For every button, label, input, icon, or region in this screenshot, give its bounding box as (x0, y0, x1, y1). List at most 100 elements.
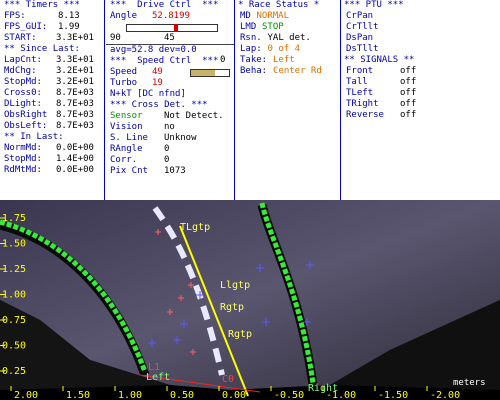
angle-slider[interactable] (126, 24, 218, 32)
y-tick-label: 1.25 (2, 264, 26, 275)
label-rgtp-2: Rgtp (228, 329, 252, 340)
since-last-row: Cross0: 8.7E+03 (0, 88, 104, 99)
angle-slider-knob[interactable] (174, 24, 179, 32)
start-value: 3.3E+01 (56, 33, 94, 43)
signal-row-label: TRight (346, 99, 379, 109)
race-status-value: NORMAL (256, 11, 290, 21)
signal-row: Tall off (342, 77, 500, 88)
since-last-row-label: StopMd: (4, 77, 42, 87)
nkt-status: N+kT [DC nfnd] (110, 89, 186, 99)
label-rgtp: Rgtp (220, 302, 244, 313)
ptu-row-label: CrPan (346, 11, 374, 21)
x-tick-label: -0.50 (274, 390, 304, 400)
speed-label: Speed (110, 67, 138, 77)
since-last-row-label: MdChg: (4, 66, 37, 76)
ptu-row: DsTllt (342, 44, 500, 55)
label-llgtp: Llgtp (220, 280, 250, 291)
race-status-list: MD NORMAL LMD STOP Rsn. YAL det. Lap: 0 of 4 Tak… (236, 11, 340, 77)
race-status-row: Rsn. YAL det. (236, 33, 340, 44)
race-status-value: 0 of 4 (267, 44, 301, 54)
speed-bar (190, 69, 230, 77)
angle-value: 52.8199 (152, 11, 190, 21)
y-tick-label: 0.25 (2, 366, 26, 377)
signal-row-label: Front (346, 66, 374, 76)
in-last-row-value: 1.4E+00 (56, 154, 94, 164)
since-last-row: StopMd: 3.2E+01 (0, 77, 104, 88)
cross-det-row-value: 0 (164, 144, 170, 154)
signal-row-label: Reverse (346, 110, 384, 120)
since-last-row: DLight: 8.7E+03 (0, 99, 104, 110)
telemetry-panel: *** Timers *** FPS: 8.13 FPS_GUI: 1.99 STA… (0, 0, 500, 200)
race-status-value: Center Rd (273, 66, 322, 76)
race-status-value: STOP (262, 22, 284, 32)
cross-det-list: Sensor Not Detect. Vision no S. Line Unknow RA… (106, 111, 234, 177)
x-tick-label: -1.50 (378, 390, 408, 400)
in-last-row-label: StopMd: (4, 154, 42, 164)
race-status-panel: * Race Status * MD NORMAL LMD STOP Rsn. YAL d… (236, 0, 340, 200)
since-last-row-label: ObsLeft: (4, 121, 48, 131)
cross-det-row-value: 0 (164, 155, 170, 165)
turbo-label: Turbo (110, 78, 138, 88)
since-last-row-value: 8.7E+03 (56, 110, 94, 120)
label-c0: C0 (222, 374, 234, 385)
cross-det-row: Vision no (106, 122, 234, 133)
cross-det-row-label: Vision (110, 122, 143, 132)
in-last-row-value: 0.0E+00 (56, 143, 94, 153)
since-last-header: ** Since Last: (4, 44, 80, 54)
in-last-row: NormMd: 0.0E+00 (0, 143, 104, 154)
race-status-label: Rsn. (240, 33, 262, 43)
signal-row: TRight off (342, 99, 500, 110)
cross-det-row: Pix Cnt 1073 (106, 166, 234, 177)
label-tlgtp: TLgtp (180, 222, 210, 233)
y-tick-label: 1.00 (2, 290, 26, 301)
cross-det-row-value: 1073 (164, 166, 186, 176)
race-status-row: Take: Left (236, 55, 340, 66)
signal-row-value: off (400, 110, 417, 120)
ptu-row: CrTllt (342, 22, 500, 33)
x-axis-label: meters (453, 378, 486, 388)
y-tick-label: 1.50 (2, 239, 26, 250)
in-last-list: NormMd: 0.0E+00 StopMd: 1.4E+00 RdMtMd: 0.0E+… (0, 143, 104, 176)
race-status-label: Take: (240, 55, 268, 65)
fps-label: FPS: (4, 11, 26, 21)
y-tick-label: 0.50 (2, 341, 26, 352)
race-status-label: MD (240, 11, 251, 21)
in-last-row-label: RdMtMd: (4, 165, 42, 175)
column-divider (104, 0, 105, 200)
label-left: Left (146, 372, 170, 383)
cross-det-row-label: Sensor (110, 111, 143, 121)
signal-row-value: off (400, 88, 417, 98)
signals-list: Front off Tall off TLeft off TRight off Reverse o… (342, 66, 500, 121)
ptu-panel: *** PTU *** CrPan CrTllt DsPan DsTllt ** SI… (342, 0, 500, 200)
cross-det-header: *** Cross Det. *** (110, 100, 208, 110)
ptu-row-label: DsTllt (346, 44, 379, 54)
x-tick-label: 0.50 (170, 390, 194, 400)
cross-det-row-label: S. Line (110, 133, 148, 143)
cross-det-row: S. Line Unknow (106, 133, 234, 144)
cross-det-row-label: Pix Cnt (110, 166, 148, 176)
since-last-row: MdChg: 3.2E+01 (0, 66, 104, 77)
in-last-row-value: 0.0E+00 (56, 165, 94, 175)
ptu-row-label: DsPan (346, 33, 374, 43)
x-tick-label: 2.00 (14, 390, 38, 400)
signal-row-value: off (400, 99, 417, 109)
ptu-list: CrPan CrTllt DsPan DsTllt (342, 11, 500, 55)
since-last-row-label: LapCnt: (4, 55, 42, 65)
since-last-row-value: 3.2E+01 (56, 66, 94, 76)
drive-ctrl-header: *** Drive Ctrl *** (110, 0, 219, 10)
signal-row-label: TLeft (346, 88, 374, 98)
race-status-row: Beha: Center Rd (236, 66, 340, 77)
since-last-row-value: 8.7E+03 (56, 121, 94, 131)
signal-row-label: Tall (346, 77, 368, 87)
turbo-value: 19 (152, 78, 163, 88)
angle-label: Angle (110, 11, 138, 21)
signal-row: TLeft off (342, 88, 500, 99)
race-status-row: Lap: 0 of 4 (236, 44, 340, 55)
label-l1: L1 (148, 362, 160, 373)
y-tick-label: 0.75 (2, 315, 26, 326)
since-last-list: LapCnt: 3.3E+01 MdChg: 3.2E+01 StopMd: 3.2E+0… (0, 55, 104, 132)
since-last-row-value: 8.7E+03 (56, 99, 94, 109)
drive-panel: *** Drive Ctrl *** Angle 52.8199 90 0 45 … (106, 0, 234, 200)
cross-det-row-value: no (164, 122, 175, 132)
start-label: START: (4, 33, 37, 43)
